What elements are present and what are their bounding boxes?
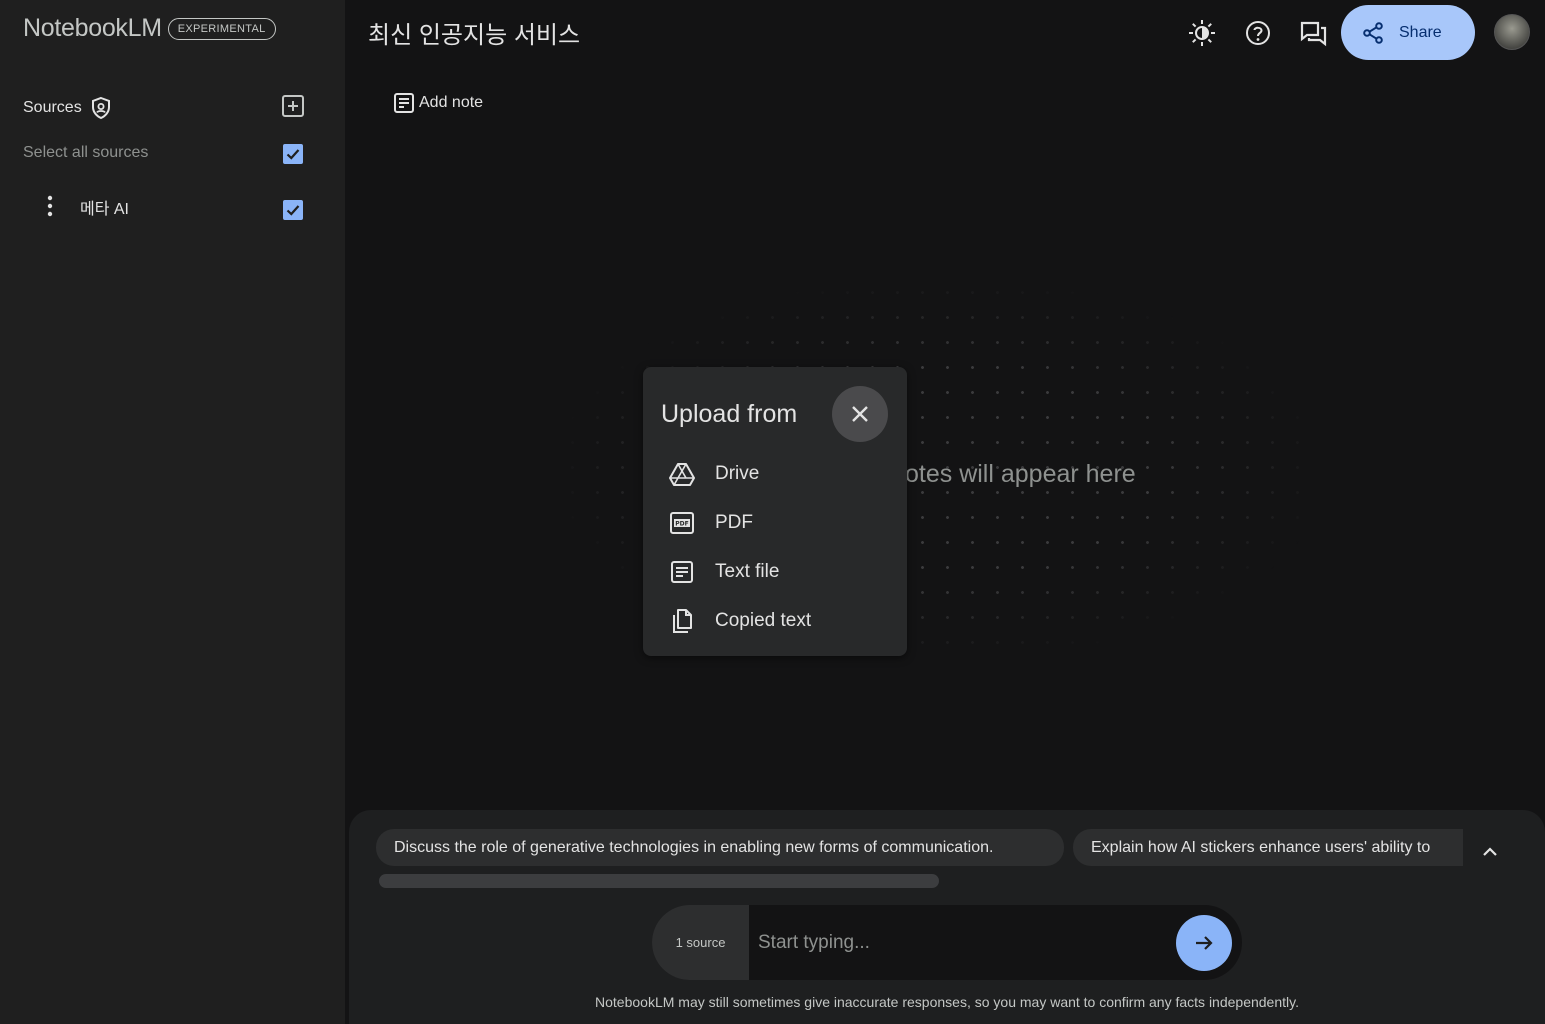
share-button[interactable]: Share: [1341, 5, 1475, 60]
source-count-badge[interactable]: 1 source: [652, 905, 749, 980]
add-note-label: Add note: [419, 94, 484, 111]
theme-icon[interactable]: [1187, 18, 1217, 48]
check-icon: [286, 205, 300, 216]
popup-title: Upload from: [661, 400, 798, 428]
add-source-icon[interactable]: [280, 93, 306, 119]
source-more-icon[interactable]: [42, 193, 58, 219]
text-file-label: Text file: [715, 561, 780, 582]
feedback-icon[interactable]: [1298, 18, 1328, 48]
copied-text-label: Copied text: [715, 610, 812, 631]
share-icon: [1363, 21, 1383, 44]
share-label: Share: [1399, 23, 1442, 41]
brand-name: NotebookLM: [23, 14, 162, 42]
pdf-label: PDF: [715, 512, 753, 533]
avatar[interactable]: [1494, 14, 1530, 50]
select-all-checkbox[interactable]: [283, 144, 303, 164]
chevron-up-icon[interactable]: [1478, 840, 1502, 864]
suggestion-chip[interactable]: Discuss the role of generative technolog…: [376, 829, 1064, 866]
sources-header: Sources: [23, 96, 112, 120]
help-icon[interactable]: [1243, 18, 1273, 48]
experimental-badge: EXPERIMENTAL: [167, 17, 276, 40]
disclaimer-text: NotebookLM may still sometimes give inac…: [595, 994, 1299, 1010]
sidebar: NotebookLM EXPERIMENTAL Sources Select a…: [0, 0, 345, 1024]
suggestions-scrollbar[interactable]: [379, 874, 939, 888]
select-all-label: Select all sources: [23, 144, 149, 161]
upload-text-file-option[interactable]: Text file: [669, 559, 779, 585]
brand: NotebookLM EXPERIMENTAL: [23, 14, 276, 43]
suggestion-chip[interactable]: Explain how AI stickers enhance users' a…: [1073, 829, 1463, 866]
svg-text:PDF: PDF: [675, 521, 688, 528]
pdf-icon: PDF: [670, 512, 694, 534]
add-note-button[interactable]: Add note: [393, 92, 483, 114]
upload-pdf-option[interactable]: PDF PDF: [669, 510, 753, 536]
copy-icon: [673, 609, 692, 633]
notebook-title[interactable]: 최신 인공지능 서비스: [368, 15, 580, 50]
arrow-right-icon: [1196, 936, 1213, 950]
text-file-icon: [671, 561, 693, 583]
upload-drive-option[interactable]: Drive: [669, 461, 759, 487]
note-icon: [394, 93, 414, 113]
source-checkbox[interactable]: [283, 200, 303, 220]
upload-copied-text-option[interactable]: Copied text: [669, 608, 811, 634]
check-icon: [286, 149, 300, 160]
source-item-name[interactable]: 메타 AI: [80, 195, 129, 219]
empty-notes-text: otes will appear here: [905, 460, 1136, 488]
send-button[interactable]: [1176, 915, 1232, 971]
chat-input-container: 1 source: [652, 905, 1242, 980]
chat-input[interactable]: [758, 925, 1168, 960]
close-icon: [852, 406, 868, 422]
upload-popup: Upload from Drive PDF PDF Text file Copi…: [643, 367, 907, 656]
shield-icon[interactable]: [90, 96, 112, 120]
close-button[interactable]: [832, 386, 888, 442]
sources-label: Sources: [23, 99, 82, 116]
drive-icon: [669, 463, 695, 486]
drive-label: Drive: [715, 463, 760, 484]
